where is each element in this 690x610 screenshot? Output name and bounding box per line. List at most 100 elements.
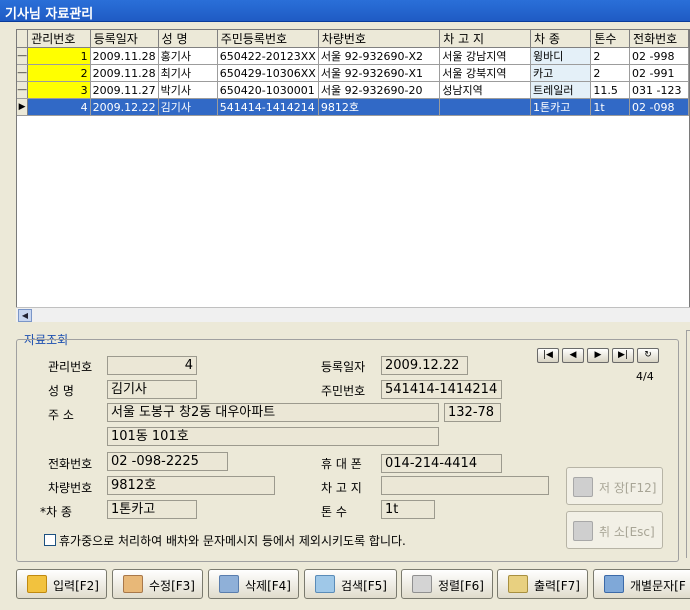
name-field[interactable]: 김기사 xyxy=(107,380,197,399)
cell-ssn[interactable]: 650422-20123XX xyxy=(217,47,319,65)
cell-car-no[interactable]: 9812호 xyxy=(318,98,441,116)
prev-record-icon[interactable]: ◀ xyxy=(562,348,584,363)
garage-field[interactable] xyxy=(381,476,549,495)
col-header-mgmt-no[interactable]: 관리번호 xyxy=(27,30,91,48)
table-row[interactable]: ― 1 2009.11.28 홍기사 650422-20123XX 서울 92-… xyxy=(17,47,689,65)
address-field[interactable]: 서울 도봉구 창2동 대우아파트 xyxy=(107,403,439,422)
car-no-field[interactable]: 9812호 xyxy=(107,476,275,495)
table-row[interactable]: ― 3 2009.11.27 박기사 650420-1030001 서울 92-… xyxy=(17,81,689,99)
cell-garage[interactable]: 서울 강북지역 xyxy=(439,64,531,82)
cell-car-type[interactable]: 윙바디 xyxy=(530,47,592,65)
cell-ssn[interactable]: 650429-10306XX xyxy=(217,64,319,82)
data-grid[interactable]: 관리번호 등록일자 성 명 주민등록번호 차량번호 차 고 지 차 종 톤수 전… xyxy=(16,29,690,322)
cell-name[interactable]: 홍기사 xyxy=(158,47,218,65)
input-button[interactable]: 입력[F2] xyxy=(16,569,107,599)
cell-mgmt-no[interactable]: 2 xyxy=(27,64,91,82)
label-garage: 차 고 지 xyxy=(321,481,362,495)
sort-button[interactable]: 정렬[F6] xyxy=(401,569,493,599)
cell-name[interactable]: 박기사 xyxy=(158,81,218,99)
cell-car-no[interactable]: 서울 92-932690-X1 xyxy=(318,64,441,82)
scroll-left-icon[interactable]: ◀ xyxy=(18,309,32,322)
cell-tonnage[interactable]: 2 xyxy=(590,47,631,65)
cell-phone[interactable]: 031 -123 xyxy=(629,81,689,99)
next-record-icon[interactable]: ▶ xyxy=(587,348,609,363)
row-indicator[interactable]: ― xyxy=(17,64,29,82)
car-type-field[interactable]: 1톤카고 xyxy=(107,500,197,519)
vacation-checkbox[interactable] xyxy=(44,534,56,546)
last-record-icon[interactable]: ▶| xyxy=(612,348,634,363)
individual-sms-label: 개별문자[F xyxy=(630,579,686,593)
cell-car-no[interactable]: 서울 92-932690-X2 xyxy=(318,47,441,65)
cell-tonnage[interactable]: 1t xyxy=(590,98,631,116)
cell-name[interactable]: 김기사 xyxy=(158,98,218,116)
address-detail-field[interactable]: 101동 101호 xyxy=(107,427,439,446)
cell-ssn[interactable]: 541414-1414214 xyxy=(217,98,319,116)
individual-sms-button[interactable]: 개별문자[F xyxy=(593,569,690,599)
cell-reg-date[interactable]: 2009.11.28 xyxy=(90,64,159,82)
zip-field[interactable]: 132-78 xyxy=(444,403,501,422)
edit-button[interactable]: 수정[F3] xyxy=(112,569,203,599)
cell-mgmt-no[interactable]: 4 xyxy=(27,98,91,116)
col-header-car-no[interactable]: 차량번호 xyxy=(318,30,441,48)
search-button[interactable]: 검색[F5] xyxy=(304,569,397,599)
delete-user-icon xyxy=(219,575,239,593)
cancel-button[interactable]: 취 소[Esc] xyxy=(566,511,663,549)
cell-phone[interactable]: 02 -098 xyxy=(629,98,689,116)
sort-icon xyxy=(412,575,432,593)
horizontal-scrollbar[interactable]: ◀ xyxy=(16,307,690,322)
cell-car-type[interactable]: 1톤카고 xyxy=(530,98,592,116)
cancel-disk-icon xyxy=(573,521,593,541)
phone-field[interactable]: 02 -098-2225 xyxy=(107,452,228,471)
first-record-icon[interactable]: |◀ xyxy=(537,348,559,363)
col-header-reg-date[interactable]: 등록일자 xyxy=(90,30,159,48)
label-car-type: *차 종 xyxy=(40,505,72,519)
cell-mgmt-no[interactable]: 3 xyxy=(27,81,91,99)
cell-car-no[interactable]: 서울 92-932690-20 xyxy=(318,81,441,99)
cell-ssn[interactable]: 650420-1030001 xyxy=(217,81,319,99)
table-row[interactable]: ― 2 2009.11.28 최기사 650429-10306XX 서울 92-… xyxy=(17,64,689,82)
cell-garage[interactable]: 서울 강남지역 xyxy=(439,47,531,65)
sort-label: 정렬[F6] xyxy=(438,579,484,593)
cell-reg-date[interactable]: 2009.12.22 xyxy=(90,98,159,116)
side-panel-edge xyxy=(686,330,690,558)
cell-garage[interactable]: 성남지역 xyxy=(439,81,531,99)
label-tonnage: 톤 수 xyxy=(321,505,347,519)
cell-phone[interactable]: 02 -991 xyxy=(629,64,689,82)
mgmt-no-field[interactable]: 4 xyxy=(107,356,197,375)
refresh-icon[interactable]: ↻ xyxy=(637,348,659,363)
current-row-arrow-icon[interactable]: ▶ xyxy=(17,98,29,116)
col-header-ssn[interactable]: 주민등록번호 xyxy=(217,30,319,48)
col-header-garage[interactable]: 차 고 지 xyxy=(439,30,531,48)
mobile-field[interactable]: 014-214-4414 xyxy=(381,454,502,473)
col-header-car-type[interactable]: 차 종 xyxy=(530,30,592,48)
cell-garage[interactable] xyxy=(439,98,531,116)
cell-car-type[interactable]: 카고 xyxy=(530,64,592,82)
cell-phone[interactable]: 02 -998 xyxy=(629,47,689,65)
print-button[interactable]: 출력[F7] xyxy=(497,569,588,599)
col-header-phone[interactable]: 전화번호 xyxy=(629,30,689,48)
vacation-checkbox-label: 휴가중으로 처리하여 배차와 문자메시지 등에서 제외시키도록 합니다. xyxy=(59,534,406,548)
grid-corner xyxy=(17,30,29,48)
row-indicator[interactable]: ― xyxy=(17,47,29,65)
table-row-selected[interactable]: ▶ 4 2009.12.22 김기사 541414-1414214 9812호 … xyxy=(17,98,689,116)
title-bar: 기사님 자료관리 xyxy=(0,0,690,22)
ssn-field[interactable]: 541414-1414214 xyxy=(381,380,502,399)
save-label: 저 장[F12] xyxy=(599,481,657,495)
cancel-label: 취 소[Esc] xyxy=(599,525,655,539)
delete-button[interactable]: 삭제[F4] xyxy=(208,569,299,599)
col-header-name[interactable]: 성 명 xyxy=(158,30,218,48)
row-indicator[interactable]: ― xyxy=(17,81,29,99)
cell-name[interactable]: 최기사 xyxy=(158,64,218,82)
save-button[interactable]: 저 장[F12] xyxy=(566,467,663,505)
print-label: 출력[F7] xyxy=(534,579,580,593)
cell-mgmt-no[interactable]: 1 xyxy=(27,47,91,65)
cell-car-type[interactable]: 트레일러 xyxy=(530,81,592,99)
cell-reg-date[interactable]: 2009.11.28 xyxy=(90,47,159,65)
search-user-icon xyxy=(315,575,335,593)
reg-date-field[interactable]: 2009.12.22 xyxy=(381,356,468,375)
cell-tonnage[interactable]: 11.5 xyxy=(590,81,631,99)
cell-reg-date[interactable]: 2009.11.27 xyxy=(90,81,159,99)
col-header-tonnage[interactable]: 톤수 xyxy=(590,30,631,48)
cell-tonnage[interactable]: 2 xyxy=(590,64,631,82)
tonnage-field[interactable]: 1t xyxy=(381,500,435,519)
